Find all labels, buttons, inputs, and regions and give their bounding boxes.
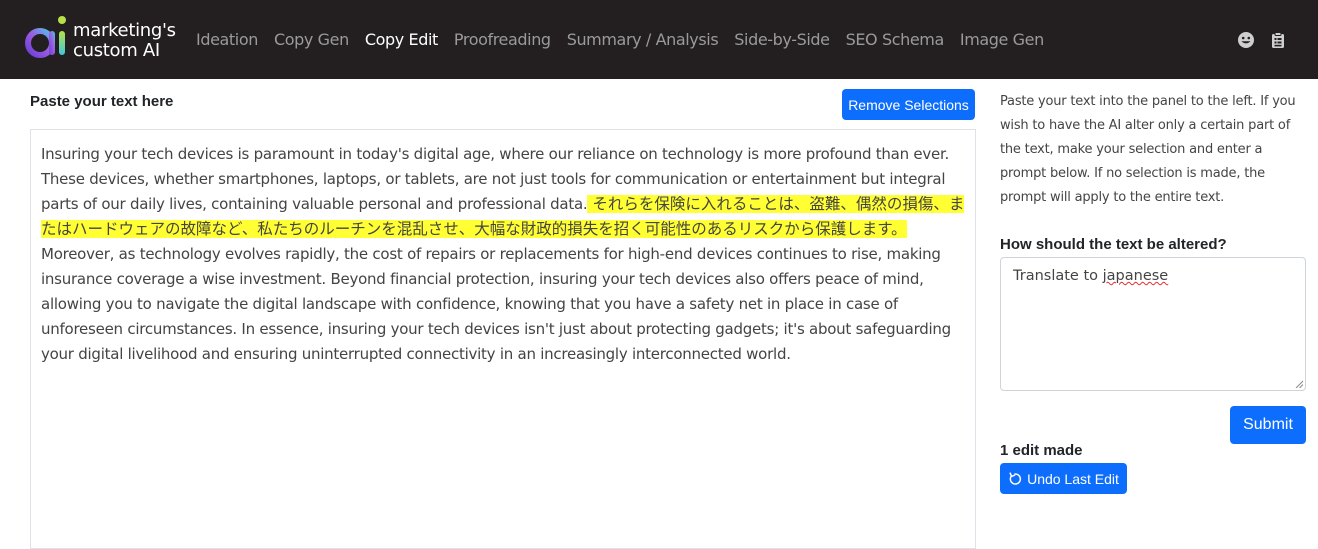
nav-item-copy-gen[interactable]: Copy Gen [274,29,349,51]
prompt-textarea[interactable]: Translate to japanese [1000,257,1306,391]
nav-item-ideation[interactable]: Ideation [196,29,258,51]
clipboard-icon[interactable] [1269,31,1287,49]
brand-name: marketing's custom AI [73,21,176,61]
undo-last-edit-button[interactable]: Undo Last Edit [1000,463,1127,494]
nav-menu: Ideation Copy Gen Copy Edit Proofreading… [196,29,1044,51]
prompt-text-part1: Translate to [1013,268,1103,284]
text-editor-panel[interactable]: Insuring your tech devices is paramount … [30,129,976,549]
prompt-label: How should the text be altered? [1000,236,1227,253]
submit-button[interactable]: Submit [1230,406,1306,444]
remove-selections-button[interactable]: Remove Selections [842,89,975,120]
nav-item-summary-analysis[interactable]: Summary / Analysis [567,29,719,51]
nav-item-copy-edit[interactable]: Copy Edit [365,29,438,51]
prompt-text-misspelled-word: japanese [1102,268,1169,284]
edits-count: 1 edit made [1000,442,1083,459]
smiley-face-icon[interactable] [1237,31,1255,49]
brand-line-1: marketing's [73,20,176,41]
nav-item-proofreading[interactable]: Proofreading [454,29,551,51]
editor-title: Paste your text here [30,93,174,110]
undo-arrow-icon [1009,471,1022,485]
nav-item-side-by-side[interactable]: Side-by-Side [734,29,830,51]
editor-text-after: Moreover, as technology evolves rapidly,… [41,245,951,363]
ai-logo-mark-icon [25,16,66,58]
nav-item-seo-schema[interactable]: SEO Schema [846,29,945,51]
nav-item-image-gen[interactable]: Image Gen [960,29,1044,51]
top-navbar: marketing's custom AI Ideation Copy Gen … [0,0,1318,79]
brand-logo[interactable]: marketing's custom AI [24,14,176,64]
undo-label: Undo Last Edit [1027,470,1119,487]
resize-grip-icon[interactable] [1295,380,1303,388]
brand-line-2: custom AI [73,40,160,61]
help-text: Paste your text into the panel to the le… [1000,94,1296,205]
